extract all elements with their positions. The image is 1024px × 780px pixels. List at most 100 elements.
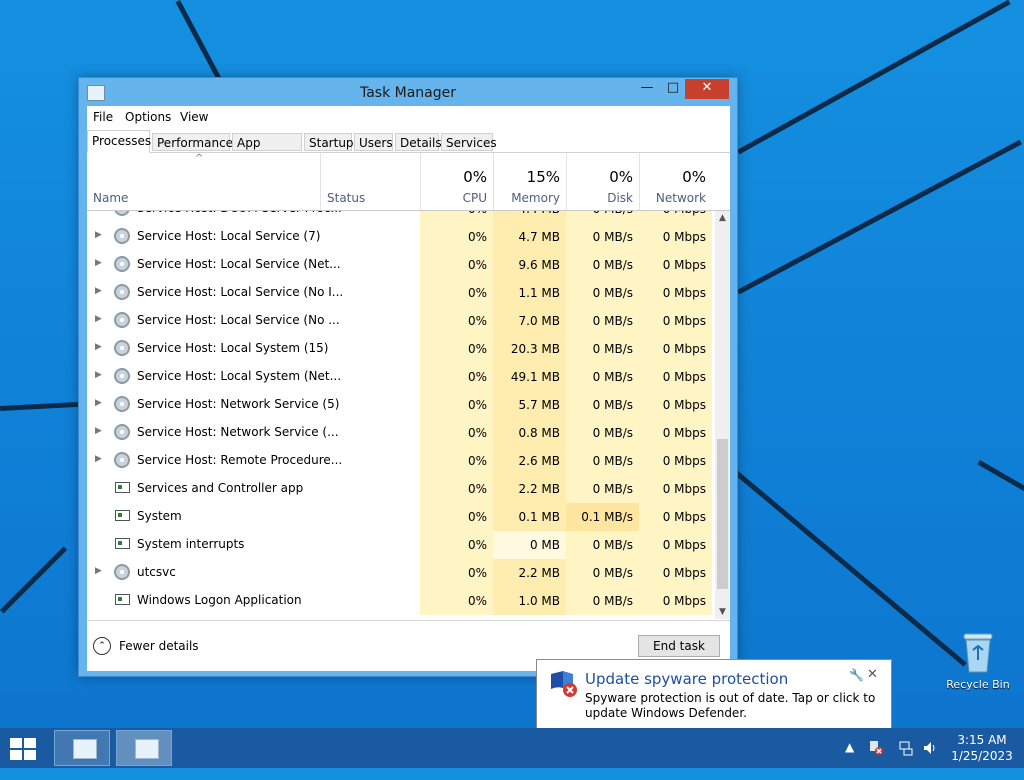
- table-row[interactable]: ▶Service Host: Network Service (...0%0.8…: [87, 419, 715, 447]
- system-clock[interactable]: 3:15 AM 1/25/2023: [950, 732, 1014, 764]
- table-row[interactable]: ▶Service Host: Local Service (Net...0%9.…: [87, 251, 715, 279]
- server-manager-icon: [73, 739, 97, 759]
- tab-users[interactable]: Users: [354, 133, 393, 151]
- network-icon[interactable]: [898, 740, 914, 780]
- minimize-button[interactable]: —: [633, 79, 661, 99]
- tab-performance[interactable]: Performance: [152, 133, 230, 151]
- vertical-scrollbar[interactable]: ▲ ▼: [715, 211, 730, 619]
- volume-icon[interactable]: [922, 740, 938, 780]
- expand-chevron-icon[interactable]: ▶: [95, 426, 102, 436]
- notification-title: Update spyware protection: [585, 670, 788, 688]
- table-row[interactable]: ▶Service Host: Remote Procedure...0%2.6 …: [87, 447, 715, 475]
- gear-icon: [114, 256, 130, 272]
- taskbar-server-manager-button[interactable]: [54, 730, 110, 766]
- expand-chevron-icon[interactable]: ▶: [95, 314, 102, 324]
- process-name: Services and Controller app: [137, 481, 303, 495]
- process-cpu: 0%: [420, 335, 493, 363]
- taskbar-task-manager-button[interactable]: [116, 730, 172, 766]
- tab-details[interactable]: Details: [395, 133, 439, 151]
- gear-icon: [114, 312, 130, 328]
- process-memory: 0.8 MB: [493, 419, 566, 447]
- process-name: Service Host: Local System (Net...: [137, 369, 341, 383]
- gear-icon: [114, 564, 130, 580]
- process-memory: 2.6 MB: [493, 447, 566, 475]
- wallpaper-line: [737, 140, 1022, 295]
- column-divider: [320, 153, 321, 210]
- table-row[interactable]: ▶Service Host: Network Service (5)0%5.7 …: [87, 391, 715, 419]
- gear-icon: [114, 424, 130, 440]
- table-row[interactable]: Windows Logon Application0%1.0 MB0 MB/s0…: [87, 587, 715, 615]
- settings-wrench-icon[interactable]: 🔧: [849, 668, 864, 682]
- process-network: 0 Mbps: [639, 587, 712, 615]
- process-disk: 0 MB/s: [566, 335, 639, 363]
- expand-chevron-icon[interactable]: ▶: [95, 566, 102, 576]
- process-name: utcsvc: [137, 565, 176, 579]
- defender-notification[interactable]: Update spyware protection Spyware protec…: [536, 659, 892, 729]
- process-network: 0 Mbps: [639, 503, 712, 531]
- table-row[interactable]: ▶Service Host: Local System (15)0%20.3 M…: [87, 335, 715, 363]
- process-memory: 5.7 MB: [493, 391, 566, 419]
- table-row[interactable]: System0%0.1 MB0.1 MB/s0 Mbps: [87, 503, 715, 531]
- column-cpu[interactable]: CPU: [420, 191, 487, 205]
- menu-file[interactable]: File: [93, 110, 113, 124]
- tab-services[interactable]: Services: [441, 133, 493, 151]
- expand-chevron-icon[interactable]: ▶: [95, 342, 102, 352]
- end-task-button[interactable]: End task: [638, 635, 720, 657]
- expand-chevron-icon[interactable]: ▶: [95, 211, 102, 212]
- close-icon[interactable]: ✕: [867, 667, 878, 682]
- expand-chevron-icon[interactable]: ▶: [95, 286, 102, 296]
- table-row[interactable]: ▶Service Host: Local Service (7)0%4.7 MB…: [87, 223, 715, 251]
- process-memory: 4.4 MB: [493, 211, 566, 223]
- process-disk: 0 MB/s: [566, 279, 639, 307]
- expand-chevron-icon[interactable]: ▶: [95, 230, 102, 240]
- table-row[interactable]: ▶Service Host: Local System (Net...0%49.…: [87, 363, 715, 391]
- wallpaper-line: [0, 546, 67, 613]
- column-status[interactable]: Status: [327, 191, 365, 205]
- table-row[interactable]: ▶Service Host: Local Service (No I...0%1…: [87, 279, 715, 307]
- gear-icon: [114, 284, 130, 300]
- wallpaper-line: [734, 470, 967, 667]
- column-disk[interactable]: Disk: [566, 191, 633, 205]
- app-window-icon: [115, 510, 130, 521]
- close-button[interactable]: ✕: [685, 79, 729, 99]
- scroll-up-icon[interactable]: ▲: [715, 211, 730, 225]
- process-memory: 1.1 MB: [493, 279, 566, 307]
- scroll-down-icon[interactable]: ▼: [715, 605, 730, 619]
- table-row[interactable]: ▶Service Host: DCOM Server Proc...0%4.4 …: [87, 211, 715, 223]
- menu-options[interactable]: Options: [125, 110, 171, 124]
- process-cpu: 0%: [420, 447, 493, 475]
- process-name: System: [137, 509, 182, 523]
- expand-chevron-icon[interactable]: ▶: [95, 370, 102, 380]
- show-hidden-icons-icon[interactable]: ▲: [845, 740, 854, 780]
- menu-view[interactable]: View: [180, 110, 208, 124]
- process-cpu: 0%: [420, 531, 493, 559]
- table-row[interactable]: System interrupts0%0 MB0 MB/s0 Mbps: [87, 531, 715, 559]
- clock-time: 3:15 AM: [950, 732, 1014, 748]
- defender-alert-tray-icon[interactable]: [868, 740, 884, 780]
- table-row[interactable]: Services and Controller app0%2.2 MB0 MB/…: [87, 475, 715, 503]
- process-name: Service Host: Network Service (...: [137, 425, 339, 439]
- gear-icon: [114, 368, 130, 384]
- title-bar[interactable]: Task Manager — □ ✕: [79, 78, 737, 106]
- column-name[interactable]: Name: [93, 191, 128, 205]
- process-network: 0 Mbps: [639, 251, 712, 279]
- process-name: Service Host: Local Service (Net...: [137, 257, 341, 271]
- maximize-button[interactable]: □: [659, 79, 687, 99]
- column-network[interactable]: Network: [639, 191, 706, 205]
- tab-startup[interactable]: Startup: [304, 133, 352, 151]
- tab-app-history[interactable]: App history: [232, 133, 302, 151]
- table-row[interactable]: ▶utcsvc0%2.2 MB0 MB/s0 Mbps: [87, 559, 715, 587]
- table-row[interactable]: ▶Service Host: Local Service (No ...0%7.…: [87, 307, 715, 335]
- column-memory[interactable]: Memory: [493, 191, 560, 205]
- recycle-bin[interactable]: Recycle Bin: [940, 630, 1016, 691]
- scrollbar-thumb[interactable]: [717, 439, 728, 589]
- memory-total-percent: 15%: [493, 168, 560, 186]
- process-cpu: 0%: [420, 391, 493, 419]
- gear-icon: [114, 452, 130, 468]
- process-memory: 49.1 MB: [493, 363, 566, 391]
- expand-chevron-icon[interactable]: ▶: [95, 258, 102, 268]
- tab-processes[interactable]: Processes: [87, 130, 150, 153]
- start-button[interactable]: [10, 738, 38, 760]
- expand-chevron-icon[interactable]: ▶: [95, 454, 102, 464]
- expand-chevron-icon[interactable]: ▶: [95, 398, 102, 408]
